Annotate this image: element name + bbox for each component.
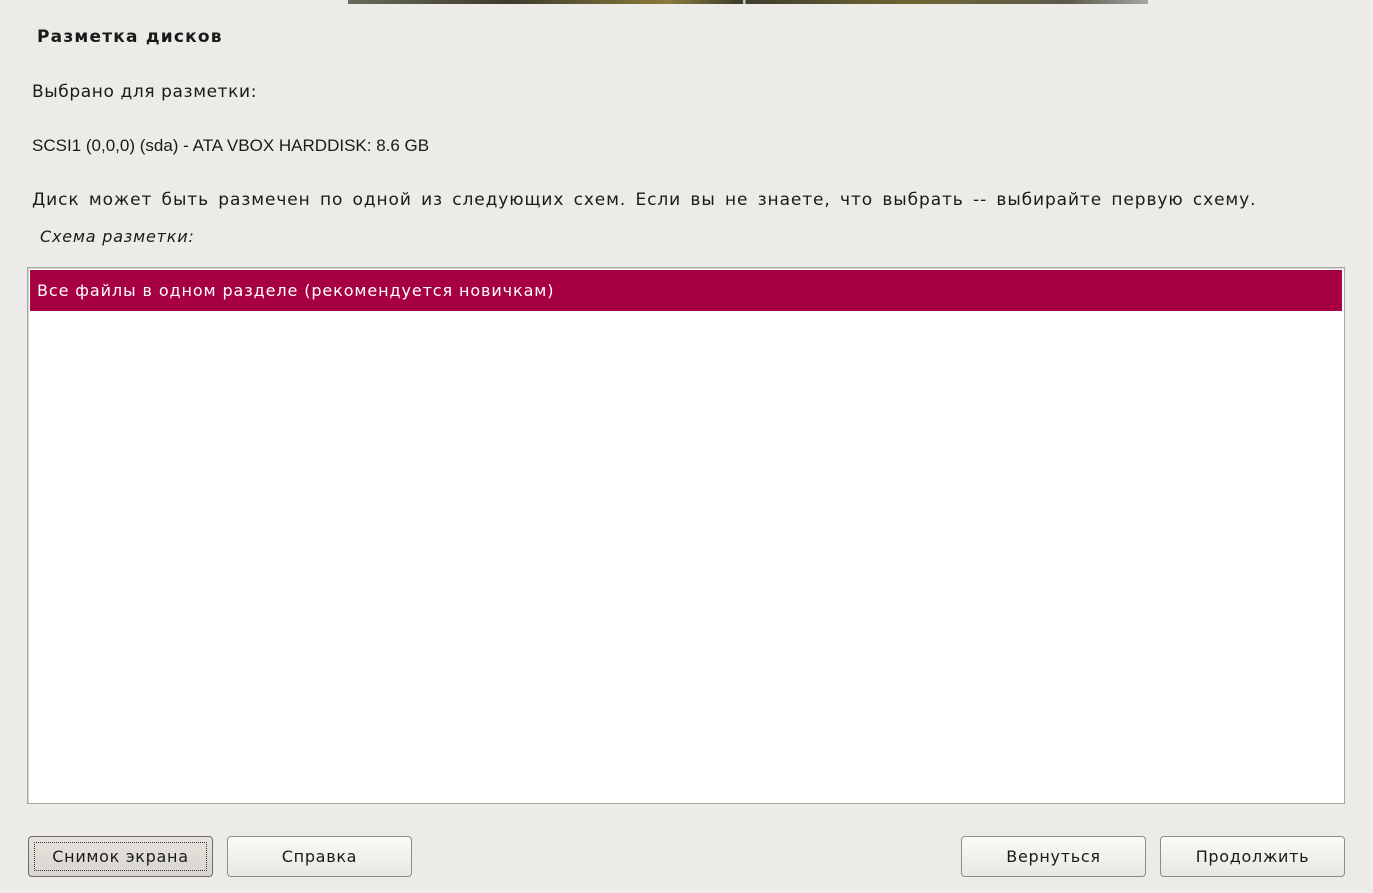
continue-button[interactable]: Продолжить bbox=[1160, 836, 1345, 877]
selected-for-partitioning-label: Выбрано для разметки: bbox=[32, 82, 258, 102]
help-button[interactable]: Справка bbox=[227, 836, 412, 877]
list-item-all-files-one-partition[interactable]: Все файлы в одном разделе (рекомендуется… bbox=[30, 270, 1342, 311]
instructions-text: Диск может быть размечен по одной из сле… bbox=[32, 190, 1257, 210]
back-button[interactable]: Вернуться bbox=[961, 836, 1146, 877]
page-title: Разметка дисков bbox=[37, 27, 223, 47]
header-banner-image bbox=[348, 0, 1148, 4]
partition-scheme-list[interactable]: Все файлы в одном разделе (рекомендуется… bbox=[27, 267, 1345, 804]
continue-button-label: Продолжить bbox=[1195, 847, 1310, 866]
disk-name: SCSI1 (0,0,0) (sda) - ATA VBOX HARDDISK:… bbox=[32, 136, 430, 155]
back-button-label: Вернуться bbox=[1006, 847, 1101, 866]
partition-scheme-label: Схема разметки: bbox=[40, 227, 195, 246]
installer-page: Разметка дисков Выбрано для разметки: SC… bbox=[0, 0, 1373, 893]
focus-indicator bbox=[34, 842, 207, 871]
help-button-label: Справка bbox=[281, 847, 358, 866]
screenshot-button[interactable]: Снимок экрана bbox=[28, 836, 213, 877]
